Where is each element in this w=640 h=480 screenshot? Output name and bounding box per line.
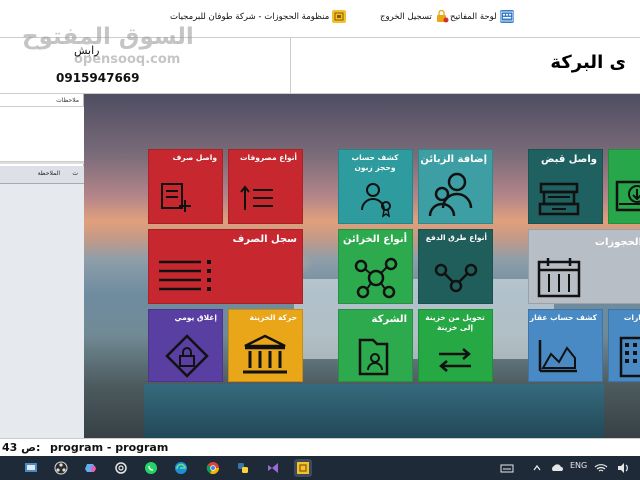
user-badge-icon [361,183,391,218]
tile-download[interactable] [608,149,640,224]
notes-grid-header: ت الملاحظة [0,166,84,184]
keyboard-icon [499,10,514,23]
tile-treasury-types[interactable]: أنواع الخزائن [338,229,413,304]
status-bar: ص 43: program - program [0,438,640,456]
area-chart-icon [538,340,577,373]
visual-studio-icon[interactable] [264,459,282,477]
tile-company[interactable]: الشركة [338,309,413,382]
transfer-arrows-icon [439,348,471,372]
menu-keyboard[interactable]: لوحة المفاتيح [450,10,514,23]
company-name: ى البركة [550,52,626,73]
system-icon [332,10,347,23]
tile-label: الشركة [371,314,407,325]
menu-logout-label: تسجيل الخروج [380,11,432,22]
tray-keyboard-icon[interactable] [498,459,516,477]
lock-icon [435,9,449,23]
menu-system-label: منظومة الحجوزات - شركة طوفان للبرمجيات [170,11,330,22]
tile-expense-receipt[interactable]: واصل صرف [148,149,223,224]
network-icon [354,257,398,299]
status-program: program - program [50,441,169,454]
watermark-arabic: السوق المفتوح [22,24,194,50]
tile-label: أنواع مصروفات [239,153,297,162]
calendar-icon [537,258,581,298]
users-icon [428,172,473,217]
tile-label: الحجوزات [594,237,640,248]
lock-diamond-icon [165,334,209,378]
tile-payment-methods[interactable]: أنواع طرق الدفع [418,229,493,304]
grid-header-note[interactable]: الملاحظة [38,170,60,177]
tile-label: سجل الصرف [232,234,297,245]
whatsapp-icon[interactable] [142,459,160,477]
windows-taskbar: ENG [0,456,640,480]
notes-grid-body[interactable] [0,184,84,438]
notes-label: ملاحظات [0,94,84,107]
building-icon [619,336,640,378]
tile-receipt-voucher[interactable]: واصل قبض [528,149,603,224]
dashboard: واصل صرف أنواع مصروفات كشف حساب وحجز زبو… [84,94,640,438]
download-icon [615,180,640,212]
tile-add-customers[interactable]: إضافة الزبائن [418,149,493,224]
sort-list-icon [240,185,273,210]
tray-chevron-up-icon[interactable] [528,459,546,477]
notes-panel: ملاحظات ت الملاحظة [0,94,84,438]
tile-customer-account-statement[interactable]: كشف حساب وحجز زبون [338,149,413,224]
tile-expense-types[interactable]: أنواع مصروفات [228,149,303,224]
background-pool [144,384,604,438]
tile-daily-close[interactable]: إغلاق يومي [148,309,223,382]
app-running-icon[interactable] [294,459,312,477]
header-divider [290,38,291,94]
notes-textarea[interactable] [0,107,84,162]
copilot-icon[interactable] [82,459,100,477]
tray-cloud-icon[interactable] [548,459,566,477]
tile-property-account-statement[interactable]: كشف حساب عقار [528,309,603,382]
tile-label: كشف حساب عقار [529,313,597,322]
menu-system[interactable]: منظومة الحجوزات - شركة طوفان للبرمجيات [170,10,347,23]
tile-expense-register[interactable]: سجل الصرف [148,229,303,304]
chatgpt-icon[interactable] [112,459,130,477]
notes-divider [0,162,84,164]
payment-flow-icon [434,263,478,293]
header-band: السوق المفتوح opensooq.com رابش 09159476… [0,24,640,94]
status-time: ص 43: [2,441,41,454]
tile-label: تحويل من خزينة إلى خزينة [425,313,485,333]
menu-logout[interactable]: تسجيل الخروج [380,9,449,23]
tile-label: أنواع الخزائن [343,234,407,245]
phone-number: 0915947669 [56,71,140,85]
tile-label: واصل قبض [541,154,597,165]
task-view-icon[interactable] [22,459,40,477]
python-icon[interactable] [234,459,252,477]
tile-reservations[interactable]: الحجوزات [528,229,640,304]
tile-properties[interactable]: قارات [608,309,640,382]
cash-register-icon [538,182,580,216]
chrome-icon[interactable] [204,459,222,477]
tray-language[interactable]: ENG [570,461,587,470]
tile-label: كشف حساب وحجز زبون [351,153,399,173]
tile-label: واصل صرف [172,153,217,162]
tile-treasury-movement[interactable]: حركة الخزينة [228,309,303,382]
obs-icon[interactable] [52,459,70,477]
tile-label: حركة الخزينة [249,313,297,322]
person-name: رابش [74,44,100,57]
tile-treasury-transfer[interactable]: تحويل من خزينة إلى خزينة [418,309,493,382]
menu-keyboard-label: لوحة المفاتيح [450,11,497,22]
tile-label: إضافة الزبائن [420,154,487,165]
edge-icon[interactable] [172,459,190,477]
bank-icon [243,334,287,374]
tile-label: إغلاق يومي [174,313,217,322]
tile-label: قارات [623,313,640,322]
grid-header-index[interactable]: ت [72,170,78,177]
receipt-add-icon [161,183,191,212]
tile-label: أنواع طرق الدفع [425,233,487,242]
company-folder-icon [358,338,389,376]
list-icon [159,260,211,291]
tray-wifi-icon[interactable] [592,459,610,477]
app-window: لوحة المفاتيح تسجيل الخروج منظومة الحجوز… [0,0,640,480]
tray-volume-icon[interactable] [614,459,632,477]
